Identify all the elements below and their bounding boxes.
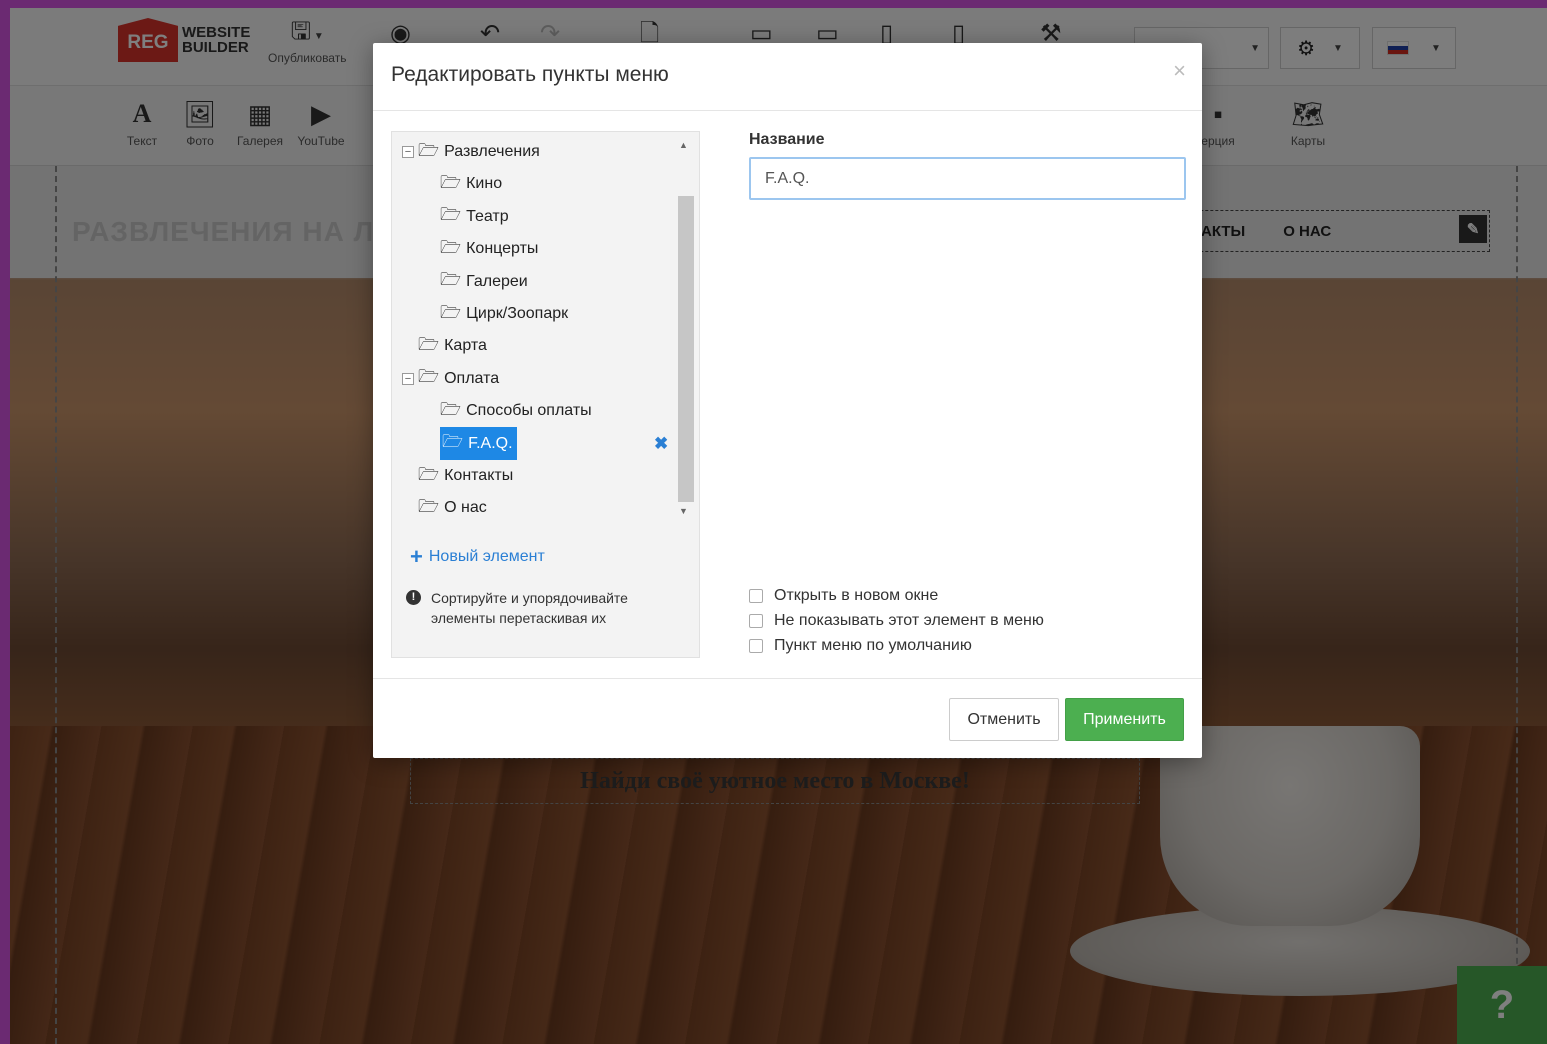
name-label: Название <box>749 131 825 148</box>
folder-open-icon: 🗁 <box>418 367 440 387</box>
plus-icon: + <box>410 544 423 569</box>
edit-menu-dialog: Редактировать пункты меню × − 🗁 Развлечени… <box>373 43 1202 758</box>
folder-open-icon: 🗁 <box>442 432 464 452</box>
new-item-label: Новый элемент <box>428 548 545 565</box>
cancel-button[interactable]: Отменить <box>949 698 1059 741</box>
tree-item[interactable]: − 🗁 Развлечения <box>402 136 672 168</box>
tree-item[interactable]: 🗁 Способы оплаты <box>440 395 672 427</box>
folder-open-icon: 🗁 <box>418 464 440 484</box>
menu-tree[interactable]: − 🗁 Развлечения 🗁 Кино 🗁 Театр 🗁 Концерты 🗁 Галере… <box>392 132 682 524</box>
tree-item-label: Карта <box>444 337 487 355</box>
info-icon: ! <box>406 590 421 605</box>
folder-open-icon: 🗁 <box>440 172 462 192</box>
tree-item-label: Галереи <box>466 272 528 290</box>
menu-tree-panel: − 🗁 Развлечения 🗁 Кино 🗁 Театр 🗁 Концерты 🗁 Галере… <box>391 131 700 658</box>
checkbox[interactable] <box>749 638 763 653</box>
delete-item-icon[interactable]: ✖ <box>654 434 668 454</box>
tree-item-label: Оплата <box>444 369 500 387</box>
tree-item[interactable]: 🗁 Театр <box>440 201 672 233</box>
dialog-title: Редактировать пункты меню <box>391 63 669 86</box>
checkbox-hide-in-menu[interactable]: Не показывать этот элемент в меню <box>749 608 1044 633</box>
checkbox-default-item[interactable]: Пункт меню по умолчанию <box>749 633 1044 658</box>
tree-item-label: Театр <box>466 207 509 225</box>
dialog-header: Редактировать пункты меню × <box>373 43 1202 111</box>
folder-open-icon: 🗁 <box>440 270 462 290</box>
folder-open-icon: 🗁 <box>418 140 440 160</box>
checkbox[interactable] <box>749 613 763 628</box>
folder-open-icon: 🗁 <box>440 205 462 225</box>
tree-item-label: Концерты <box>466 240 539 258</box>
tree-item[interactable]: 🗁 Кино <box>440 168 672 200</box>
sort-hint: ! Сортируйте и упорядочивайте элементы п… <box>406 588 666 628</box>
hint-text: Сортируйте и упорядочивайте элементы пер… <box>431 590 628 626</box>
tree-item-label: Способы оплаты <box>466 402 592 420</box>
tree-item[interactable]: 🗁 Концерты <box>440 233 672 265</box>
folder-open-icon: 🗁 <box>440 237 462 257</box>
tree-item-label: О нас <box>444 499 487 517</box>
tree-item[interactable]: 🗁 Галереи <box>440 266 672 298</box>
tree-item-label: F.A.Q. <box>468 434 513 452</box>
tree-item-label: Цирк/Зоопарк <box>466 305 569 322</box>
new-item-button[interactable]: + Новый элемент <box>410 544 545 570</box>
folder-open-icon: 🗁 <box>440 399 462 419</box>
item-properties: Название <box>749 131 1186 200</box>
tree-item[interactable]: − 🗁 Оплата <box>402 363 672 395</box>
name-input[interactable] <box>749 157 1186 200</box>
tree-item[interactable]: 🗁 Контакты <box>418 460 672 492</box>
scroll-up-arrow-icon[interactable]: ▲ <box>679 140 688 150</box>
apply-button[interactable]: Применить <box>1065 698 1184 741</box>
scroll-down-arrow-icon[interactable]: ▼ <box>679 506 688 516</box>
collapse-toggle-icon[interactable]: − <box>402 146 414 158</box>
collapse-toggle-icon[interactable]: − <box>402 372 414 385</box>
option-checkboxes: Открыть в новом окне Не показывать этот … <box>749 583 1044 658</box>
folder-open-icon: 🗁 <box>418 496 440 516</box>
tree-item-label: Развлечения <box>444 143 540 160</box>
tree-item[interactable]: 🗁 Карта <box>418 330 672 362</box>
folder-open-icon: 🗁 <box>440 302 462 322</box>
tree-item-label: Контакты <box>444 467 514 484</box>
checkbox[interactable] <box>749 588 763 603</box>
dialog-footer: Отменить Применить <box>373 678 1202 758</box>
tree-item-label: Кино <box>466 175 503 193</box>
tree-item[interactable]: 🗁 О нас <box>418 492 672 524</box>
checkbox-open-new-window[interactable]: Открыть в новом окне <box>749 583 1044 608</box>
tree-item-selected[interactable]: 🗁 F.A.Q. ✖ <box>440 427 672 461</box>
folder-open-icon: 🗁 <box>418 334 440 354</box>
tree-scrollbar[interactable]: ▲ ▼ <box>677 140 694 520</box>
close-icon[interactable]: × <box>1173 59 1186 83</box>
scroll-thumb[interactable] <box>678 196 694 502</box>
tree-item[interactable]: 🗁 Цирк/Зоопарк <box>440 298 672 330</box>
